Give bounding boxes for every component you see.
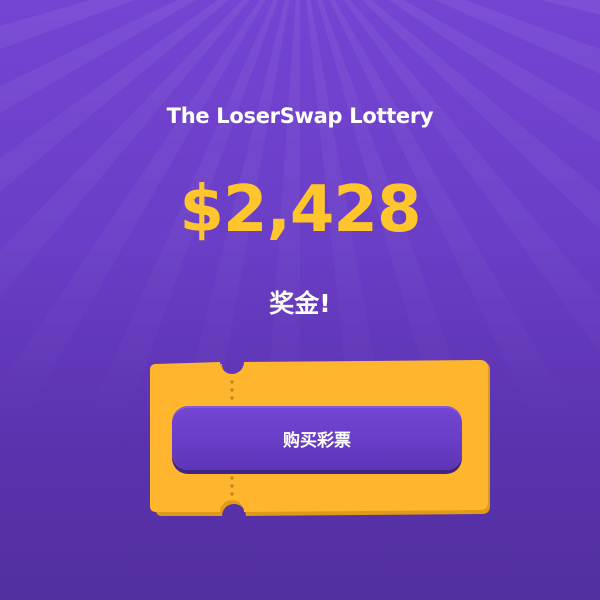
lottery-title: The LoserSwap Lottery — [166, 104, 434, 128]
lottery-ticket: 购买彩票 — [146, 360, 492, 516]
prize-amount: $2,428 — [179, 173, 422, 247]
prize-label: 奖金! — [269, 289, 331, 318]
buy-ticket-button[interactable]: 购买彩票 — [172, 406, 462, 470]
